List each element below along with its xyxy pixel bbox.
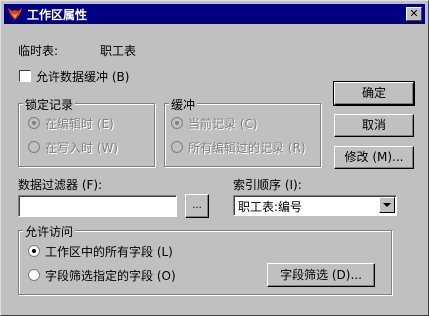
filtered-fields-radio[interactable] (28, 269, 40, 281)
dropdown-arrow-icon[interactable] (379, 197, 395, 213)
all-fields-label[interactable]: 工作区中的所有字段 (L) (45, 243, 173, 260)
data-filter-label: 数据过滤器 (F): (18, 178, 103, 192)
workarea-properties-dialog: 工作区属性 ✕ 临时表: 职工表 允许数据缓冲 (B) 锁定记录 在编辑时 (E… (0, 0, 429, 316)
title-bar[interactable]: 工作区属性 ✕ (4, 4, 425, 24)
expression-builder-label: ... (192, 200, 202, 211)
ok-button[interactable]: 确定 (333, 81, 415, 106)
temp-table-label: 临时表: (18, 44, 59, 58)
lock-records-group-label: 锁定记录 (23, 96, 76, 113)
cancel-button[interactable]: 取消 (334, 114, 414, 137)
close-button[interactable]: ✕ (406, 7, 422, 21)
index-order-label: 索引顺序 (I): (233, 178, 302, 192)
fox-app-icon (8, 8, 22, 20)
lock-on-write-label[interactable]: 在写入时 (W) (45, 139, 118, 156)
all-fields-radio[interactable] (28, 245, 40, 257)
filtered-fields-label[interactable]: 字段筛选指定的字段 (O) (45, 267, 176, 284)
buffer-all-edited-radio[interactable] (171, 141, 183, 153)
index-order-select[interactable]: 职工表:编号 (233, 195, 397, 216)
index-order-value: 职工表:编号 (238, 200, 303, 214)
lock-on-edit-radio[interactable] (28, 117, 40, 129)
temp-table-value: 职工表 (100, 44, 137, 58)
allow-buffer-checkbox[interactable] (19, 70, 31, 82)
data-filter-input[interactable] (18, 195, 177, 217)
dialog-title: 工作区属性 (27, 8, 88, 22)
allow-buffer-label[interactable]: 允许数据缓冲 (B) (36, 68, 129, 85)
lock-on-write-radio[interactable] (28, 141, 40, 153)
expression-builder-button[interactable]: ... (185, 194, 209, 218)
buffer-group-label: 缓冲 (169, 96, 198, 113)
allow-access-group-label: 允许访问 (23, 223, 76, 240)
modify-button[interactable]: 修改 (M)... (334, 146, 414, 169)
field-filter-button[interactable]: 字段筛选 (D)... (267, 263, 375, 287)
lock-on-edit-label[interactable]: 在编辑时 (E) (45, 115, 114, 132)
buffer-all-edited-label[interactable]: 所有编辑过的记录 (R) (188, 139, 306, 156)
buffer-current-record-label[interactable]: 当前记录 (C) (188, 115, 258, 132)
buffer-current-record-radio[interactable] (171, 117, 183, 129)
